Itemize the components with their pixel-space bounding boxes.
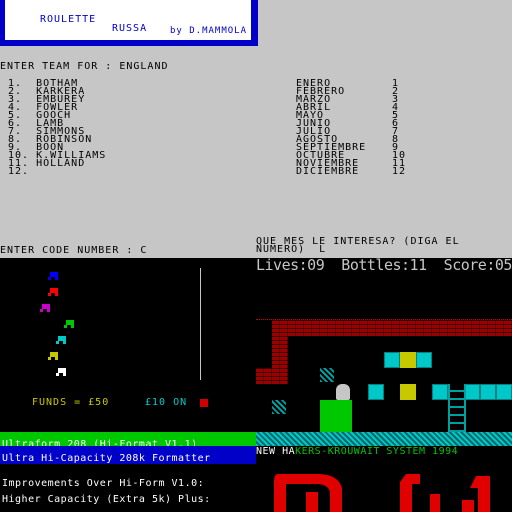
- horse-sprite: [56, 368, 66, 376]
- horse-sprite: [48, 288, 58, 296]
- brick-ceiling: [272, 320, 512, 336]
- capacity-line: Higher Capacity (Extra 5k) Plus:: [2, 494, 211, 505]
- ultraform-title-bar: Ultraform 208 (Hi-Format V1.1): [0, 432, 256, 450]
- game-hud: Lives:09 Bottles:11 Score:05: [256, 256, 512, 274]
- banner-green-text: KERS-KROUWAIT SYSTEM 1994: [295, 446, 459, 457]
- ladder: [448, 384, 466, 432]
- brick-ledge: [256, 368, 288, 384]
- red-logo-shape: [306, 492, 318, 512]
- green-pipe: [320, 400, 352, 432]
- brick-pillar: [272, 336, 288, 368]
- horse-sprite: [48, 272, 58, 280]
- cyan-block: [432, 384, 448, 400]
- month-number: 12: [392, 166, 407, 177]
- month-row: DICIEMBRE 12: [296, 166, 407, 177]
- title-russa: RUSSA: [112, 23, 148, 34]
- team-row: 12.: [8, 166, 30, 177]
- ultraform-subtitle-bar: Ultra Hi-Capacity 208k Formatter: [0, 446, 256, 464]
- cyan-block: [384, 352, 400, 368]
- red-logo-shape: [400, 474, 420, 512]
- bet-readout: £10 ON: [145, 397, 188, 408]
- banner-white-text: NEW HA: [256, 446, 296, 457]
- funds-readout: FUNDS = £50: [32, 397, 110, 408]
- title-roulette: ROULETTE: [40, 14, 97, 25]
- red-logo-shape: [462, 500, 474, 512]
- horse-sprite: [40, 304, 50, 312]
- hackers-banner: NEW HAKERS-KROUWAIT SYSTEM 1994: [256, 446, 458, 457]
- horse-sprite: [56, 336, 66, 344]
- cyan-block: [496, 384, 512, 400]
- red-logo-shape: [430, 494, 440, 512]
- wall-tile: [272, 400, 286, 414]
- team-list: 1. BOTHAM 2. KARKERA 3. EMBUREY 4. FOWLE…: [8, 79, 106, 177]
- code-number-input[interactable]: ENTER CODE NUMBER : C: [0, 246, 147, 256]
- title-author: by D.MAMMOLA: [170, 26, 248, 36]
- improvements-line: Improvements Over Hi-Form V1.0:: [2, 478, 205, 489]
- game-floor: [256, 432, 512, 446]
- finish-line: [200, 268, 201, 380]
- player-sprite: [336, 384, 350, 400]
- bottle-icon: [400, 352, 416, 368]
- wall-tile: [320, 368, 334, 382]
- horse-sprite: [64, 320, 74, 328]
- cyan-block: [416, 352, 432, 368]
- red-logo-art: [274, 474, 490, 512]
- ultraform-subtitle: Ultra Hi-Capacity 208k Formatter: [2, 453, 211, 464]
- team-prompt: ENTER TEAM FOR : ENGLAND: [0, 61, 169, 72]
- cyan-block: [480, 384, 496, 400]
- bottle-icon: [400, 384, 416, 400]
- cyan-block: [464, 384, 480, 400]
- month-question-input[interactable]: NUMERO) L: [256, 245, 326, 255]
- platform-game-screen: [256, 258, 512, 444]
- bet-color-chip[interactable]: [200, 399, 208, 407]
- month-name: DICIEMBRE: [296, 166, 360, 177]
- month-list: ENERO 1 FEBRERO 2 MARZO 3 ABRIL 4 MAYO 5 JUNI…: [296, 79, 407, 177]
- horse-sprite: [48, 352, 58, 360]
- cyan-block: [368, 384, 384, 400]
